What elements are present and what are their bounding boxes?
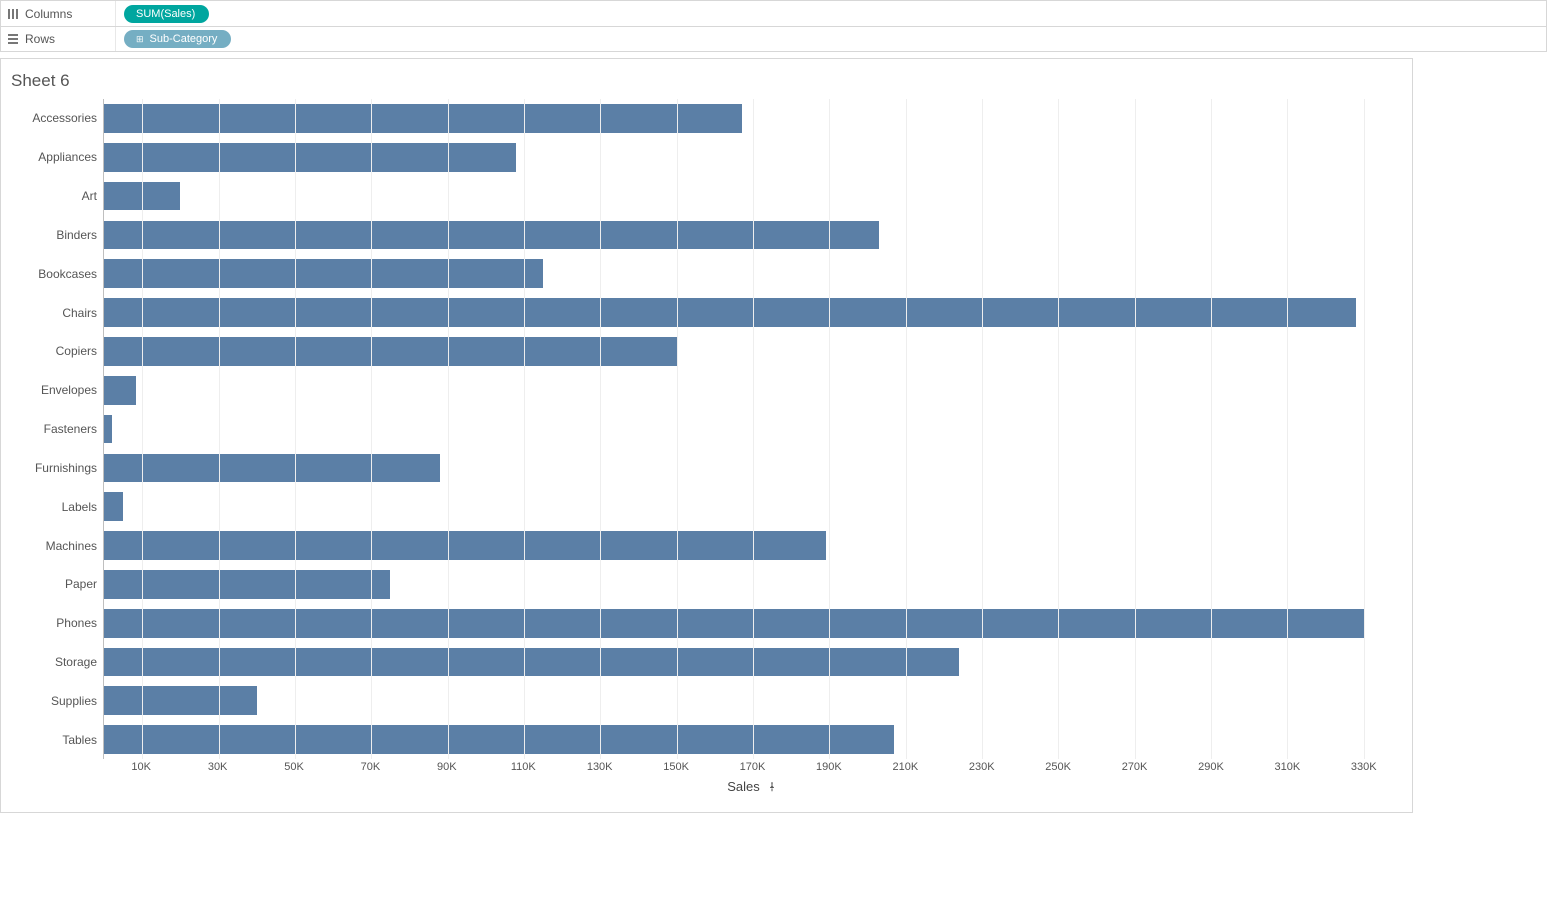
rows-icon	[7, 33, 19, 45]
pill-label: SUM(Sales)	[136, 8, 195, 20]
chart-area: AccessoriesAppliancesArtBindersBookcases…	[1, 99, 1412, 759]
pin-icon[interactable]	[766, 781, 778, 793]
x-axis-tick: 270K	[1122, 761, 1148, 773]
y-axis-label[interactable]: Labels	[5, 487, 103, 526]
x-axis-tick: 330K	[1351, 761, 1377, 773]
x-axis-title-row: Sales	[1, 779, 1412, 800]
y-axis-label[interactable]: Bookcases	[5, 254, 103, 293]
bar[interactable]	[104, 104, 742, 133]
bar[interactable]	[104, 337, 677, 366]
columns-label-text: Columns	[25, 7, 72, 21]
x-axis-tick: 170K	[740, 761, 766, 773]
bar[interactable]	[104, 531, 826, 560]
bar[interactable]	[104, 143, 516, 172]
x-axis-tick: 110K	[511, 761, 536, 773]
x-axis-tick: 10K	[131, 761, 151, 773]
gridline	[142, 99, 143, 759]
rows-pill-subcategory[interactable]: ⊞ Sub-Category	[124, 30, 231, 48]
x-axis-tick: 310K	[1275, 761, 1301, 773]
y-axis-label[interactable]: Envelopes	[5, 371, 103, 410]
gridline	[371, 99, 372, 759]
gridline	[677, 99, 678, 759]
y-axis-label[interactable]: Tables	[5, 720, 103, 759]
x-axis-tick: 290K	[1198, 761, 1224, 773]
y-axis-label[interactable]: Furnishings	[5, 448, 103, 487]
gridline	[295, 99, 296, 759]
y-axis-label[interactable]: Phones	[5, 604, 103, 643]
bar[interactable]	[104, 648, 959, 677]
y-axis-label[interactable]: Supplies	[5, 681, 103, 720]
rows-shelf-content[interactable]: ⊞ Sub-Category	[115, 27, 1540, 51]
columns-shelf-label: Columns	[7, 7, 115, 21]
bar[interactable]	[104, 298, 1356, 327]
viz-panel: Sheet 6 AccessoriesAppliancesArtBindersB…	[0, 58, 1413, 813]
y-axis-label[interactable]: Accessories	[5, 99, 103, 138]
rows-shelf[interactable]: Rows ⊞ Sub-Category	[0, 26, 1547, 52]
x-axis-tick: 230K	[969, 761, 995, 773]
y-axis-label[interactable]: Appliances	[5, 138, 103, 177]
x-axis: 10K 30K 50K 70K 90K 110K 130K 150K 170K 190K 210K 2…	[1, 759, 1412, 779]
y-axis-label[interactable]: Storage	[5, 643, 103, 682]
rows-label-text: Rows	[25, 32, 55, 46]
plus-icon: ⊞	[136, 34, 144, 45]
x-axis-tick: 90K	[437, 761, 457, 773]
y-axis-label[interactable]: Paper	[5, 565, 103, 604]
bar[interactable]	[104, 725, 894, 754]
pill-label: Sub-Category	[150, 33, 218, 45]
bar[interactable]	[104, 376, 136, 405]
x-axis-tick: 210K	[892, 761, 918, 773]
bar[interactable]	[104, 221, 879, 250]
bar[interactable]	[104, 686, 257, 715]
gridline	[906, 99, 907, 759]
rows-shelf-label: Rows	[7, 32, 115, 46]
x-axis-title[interactable]: Sales	[727, 779, 760, 794]
gridline	[982, 99, 983, 759]
x-axis-ticks: 10K 30K 50K 70K 90K 110K 130K 150K 170K 190K 210K 2…	[103, 759, 1402, 779]
gridline	[524, 99, 525, 759]
columns-shelf[interactable]: Columns SUM(Sales)	[0, 0, 1547, 26]
x-axis-tick: 190K	[816, 761, 842, 773]
x-axis-tick: 250K	[1045, 761, 1071, 773]
y-axis-label[interactable]: Machines	[5, 526, 103, 565]
gridline	[1135, 99, 1136, 759]
bar[interactable]	[104, 454, 440, 483]
x-axis-tick: 150K	[663, 761, 689, 773]
columns-pill-sum-sales[interactable]: SUM(Sales)	[124, 5, 209, 23]
bar[interactable]	[104, 259, 543, 288]
bar[interactable]	[104, 492, 123, 521]
gridline	[829, 99, 830, 759]
gridline	[219, 99, 220, 759]
gridline	[1364, 99, 1365, 759]
y-axis-label[interactable]: Copiers	[5, 332, 103, 371]
bar[interactable]	[104, 570, 390, 599]
x-axis-tick: 50K	[284, 761, 304, 773]
gridline	[448, 99, 449, 759]
gridline	[600, 99, 601, 759]
y-axis-label[interactable]: Fasteners	[5, 410, 103, 449]
y-axis-labels: AccessoriesAppliancesArtBindersBookcases…	[5, 99, 103, 759]
gridline	[1211, 99, 1212, 759]
plot-region[interactable]	[103, 99, 1402, 759]
gridline	[753, 99, 754, 759]
y-axis-label[interactable]: Art	[5, 177, 103, 216]
bar[interactable]	[104, 415, 112, 444]
x-axis-tick: 30K	[208, 761, 228, 773]
y-axis-label[interactable]: Chairs	[5, 293, 103, 332]
y-axis-label[interactable]: Binders	[5, 215, 103, 254]
gridline	[1058, 99, 1059, 759]
bar[interactable]	[104, 609, 1364, 638]
sheet-title[interactable]: Sheet 6	[1, 59, 1412, 99]
columns-shelf-content[interactable]: SUM(Sales)	[115, 1, 1540, 26]
x-axis-tick: 70K	[361, 761, 381, 773]
gridline	[1287, 99, 1288, 759]
x-axis-tick: 130K	[587, 761, 613, 773]
columns-icon	[7, 8, 19, 20]
